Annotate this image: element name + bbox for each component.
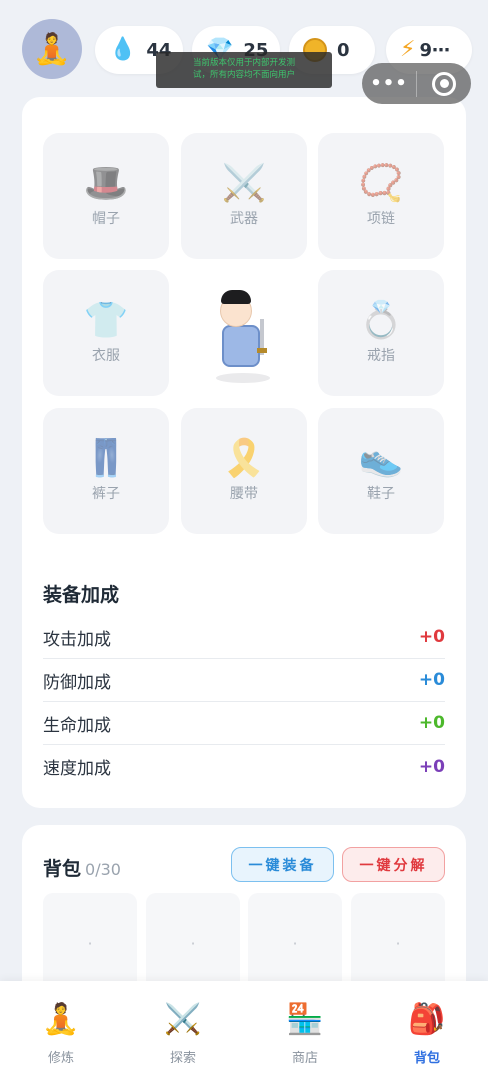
- crossed-swords-icon: ⚔️: [164, 1002, 202, 1037]
- prayer-beads-icon: 📿: [358, 163, 404, 204]
- more-options-button[interactable]: •••: [362, 73, 416, 94]
- tab-explore[interactable]: ⚔️ 探索: [122, 1001, 244, 1066]
- slot-label: 衣服: [92, 348, 120, 364]
- stat-row-speed: 速度加成 +0: [43, 745, 445, 788]
- dev-notice-banner: 当前版本仅用于内部开发测 试，所有内容均不面向用户: [156, 52, 332, 88]
- crossed-swords-icon: ⚔️: [221, 163, 267, 204]
- stat-label: 生命加成: [43, 715, 111, 736]
- stat-label: 速度加成: [43, 759, 111, 779]
- slot-label: 鞋子: [367, 486, 395, 502]
- close-mini-program-button[interactable]: [417, 71, 471, 96]
- backpack-icon: 🎒: [408, 1002, 446, 1037]
- notice-line-2: 试，所有内容均不面向用户: [192, 70, 295, 80]
- backpack-slot[interactable]: ·: [146, 893, 240, 993]
- equipment-card: 🎩 帽子 ⚔️ 武器 📿 项链 👕 衣服 💍 戒指 👖 裤子 🎗️ 腰带 👟 鞋…: [22, 97, 466, 808]
- meditation-icon: 🧘: [42, 1002, 80, 1037]
- stat-row-defense: 防御加成 +0: [43, 659, 445, 702]
- tab-label: 商店: [291, 1051, 318, 1066]
- tab-backpack[interactable]: 🎒 背包: [366, 1001, 488, 1066]
- water-drop-icon: 💧: [109, 37, 137, 62]
- backpack-title: 背包 0/30: [43, 854, 121, 881]
- slot-shoes[interactable]: 👟 鞋子: [318, 408, 444, 534]
- stat-value: +0: [418, 756, 445, 777]
- tab-cultivate[interactable]: 🧘 修炼: [0, 1001, 122, 1066]
- decompose-all-button[interactable]: 一键分解: [342, 847, 445, 882]
- stat-label: 攻击加成: [43, 629, 111, 650]
- ribbon-icon: 🎗️: [221, 438, 267, 479]
- slot-hat[interactable]: 🎩 帽子: [43, 133, 169, 259]
- tab-label: 修炼: [47, 1051, 74, 1066]
- slot-label: 帽子: [92, 211, 120, 227]
- backpack-capacity: 0/30: [85, 860, 121, 879]
- slot-label: 腰带: [230, 486, 258, 502]
- player-avatar[interactable]: 🧘: [22, 19, 82, 79]
- slot-weapon[interactable]: ⚔️ 武器: [181, 133, 307, 259]
- backpack-slot[interactable]: ·: [248, 893, 342, 993]
- bottom-tab-bar: 🧘 修炼 ⚔️ 探索 🏪 商店 🎒 背包: [0, 981, 488, 1080]
- character-shadow: [216, 373, 270, 383]
- equip-all-button[interactable]: 一键装备: [231, 847, 334, 882]
- slot-clothes[interactable]: 👕 衣服: [43, 270, 169, 396]
- backpack-slot[interactable]: ·: [351, 893, 445, 993]
- top-hat-icon: 🎩: [83, 163, 129, 204]
- tab-label: 探索: [169, 1051, 196, 1066]
- energy-amount: 9⋯: [419, 39, 450, 61]
- tshirt-icon: 👕: [83, 300, 129, 341]
- slot-label: 项链: [367, 211, 395, 227]
- ring-icon: 💍: [358, 300, 404, 341]
- character-preview: [208, 285, 280, 390]
- character-hair: [221, 290, 251, 304]
- stat-value: +0: [418, 627, 445, 647]
- stat-value: +0: [418, 670, 445, 690]
- lightning-icon: ⚡: [400, 37, 416, 62]
- backpack-slot[interactable]: ·: [43, 893, 137, 993]
- character-body: [222, 325, 260, 367]
- coin-amount: 0: [337, 39, 350, 61]
- slot-necklace[interactable]: 📿 项链: [318, 133, 444, 259]
- stat-value: +0: [418, 713, 445, 733]
- store-icon: 🏪: [286, 1002, 324, 1037]
- sword-hilt: [257, 348, 267, 353]
- equipment-bonus-title: 装备加成: [43, 584, 120, 606]
- target-circle-icon: [432, 71, 456, 96]
- tab-label: 背包: [413, 1051, 440, 1066]
- slot-ring[interactable]: 💍 戒指: [318, 270, 444, 396]
- meditating-person-icon: 🧘: [33, 31, 71, 67]
- slot-label: 武器: [230, 211, 258, 227]
- backpack-title-text: 背包: [43, 858, 82, 880]
- sneaker-icon: 👟: [358, 438, 404, 479]
- mini-program-capsule: •••: [362, 63, 471, 104]
- slot-label: 裤子: [92, 486, 120, 502]
- slot-label: 戒指: [367, 348, 395, 364]
- stat-row-attack: 攻击加成 +0: [43, 616, 445, 659]
- stat-row-health: 生命加成 +0: [43, 702, 445, 745]
- tab-shop[interactable]: 🏪 商店: [244, 1001, 366, 1066]
- notice-line-1: 当前版本仅用于内部开发测: [192, 58, 295, 68]
- slot-belt[interactable]: 🎗️ 腰带: [181, 408, 307, 534]
- stat-label: 防御加成: [43, 672, 111, 693]
- jeans-icon: 👖: [83, 438, 129, 479]
- slot-pants[interactable]: 👖 裤子: [43, 408, 169, 534]
